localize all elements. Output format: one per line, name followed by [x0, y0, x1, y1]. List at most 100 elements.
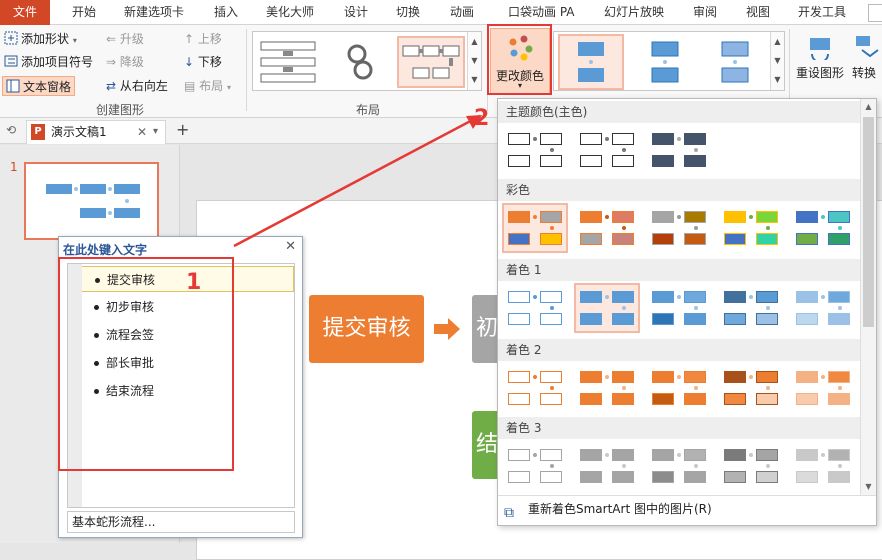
- recolor-pictures-option[interactable]: ⧉ 重新着色SmartArt 图中的图片(R): [498, 495, 876, 525]
- swatch-block: [652, 371, 674, 383]
- swatch-block: [756, 371, 778, 383]
- style-thumb-2[interactable]: [634, 36, 700, 88]
- smartart-shape-submit[interactable]: 提交审核: [309, 295, 424, 363]
- swatch-block: [652, 233, 674, 245]
- layout-thumb-process[interactable]: [259, 38, 317, 86]
- history-icon[interactable]: ⟲: [6, 123, 16, 137]
- style-gallery[interactable]: ▲ ▼ ▼: [553, 31, 785, 91]
- swatch-block: [508, 155, 530, 167]
- menu-insert[interactable]: 插入: [214, 0, 238, 25]
- color-swatch[interactable]: [504, 127, 566, 173]
- color-swatch[interactable]: [792, 365, 854, 411]
- swatch-block: [652, 291, 674, 303]
- color-swatch[interactable]: [720, 365, 782, 411]
- swatch-block: [508, 449, 530, 461]
- gallery-expand-icon[interactable]: ▼: [771, 70, 784, 89]
- swatch-connector: [821, 453, 825, 457]
- menu-design[interactable]: 设计: [344, 0, 368, 25]
- color-swatch[interactable]: [720, 443, 782, 489]
- color-swatch[interactable]: [576, 443, 638, 489]
- menu-file[interactable]: 文件: [0, 0, 50, 25]
- menu-home[interactable]: 开始: [72, 0, 96, 25]
- color-swatch[interactable]: [576, 127, 638, 173]
- swatch-connector: [838, 226, 842, 230]
- swatch-connector: [766, 386, 770, 390]
- gallery-expand-icon[interactable]: ▼: [468, 70, 481, 89]
- menu-review[interactable]: 审阅: [693, 0, 717, 25]
- swatch-connector: [694, 226, 698, 230]
- text-pane-footer-link[interactable]: 基本蛇形流程...: [67, 511, 295, 533]
- close-icon[interactable]: ✕: [137, 121, 147, 143]
- swatch-connector: [821, 295, 825, 299]
- add-bullet-button[interactable]: 添加项目符号: [4, 52, 93, 72]
- scroll-up-icon[interactable]: ▲: [468, 32, 481, 51]
- color-swatch[interactable]: [504, 443, 566, 489]
- style-gallery-scrollbar[interactable]: ▲ ▼ ▼: [770, 32, 784, 90]
- text-pane-button[interactable]: 文本窗格: [2, 76, 76, 96]
- layout-thumb-snake-selected[interactable]: [397, 36, 465, 88]
- layout-thumb-cycle[interactable]: [335, 38, 385, 86]
- color-swatch[interactable]: [720, 205, 782, 251]
- layout-gallery[interactable]: ▲ ▼ ▼: [252, 31, 482, 91]
- color-swatch[interactable]: [576, 365, 638, 411]
- promote-button[interactable]: ⇐ 升级: [106, 29, 144, 49]
- swatch-block: [652, 211, 674, 223]
- menu-beautify[interactable]: 美化大师: [266, 0, 314, 25]
- color-swatch[interactable]: [792, 443, 854, 489]
- annotation-box-1: [58, 257, 234, 471]
- dropdown-scrollbar[interactable]: ▲ ▼: [860, 99, 876, 495]
- move-up-button[interactable]: ↑ 上移: [184, 29, 222, 49]
- color-swatch[interactable]: [648, 365, 710, 411]
- menu-view[interactable]: 视图: [746, 0, 770, 25]
- color-swatch[interactable]: [792, 285, 854, 331]
- color-swatch[interactable]: [720, 285, 782, 331]
- scroll-down-icon[interactable]: ▼: [861, 479, 876, 495]
- swatch-block: [612, 133, 634, 145]
- menu-slideshow[interactable]: 幻灯片放映: [604, 0, 664, 25]
- swatch-block: [684, 211, 706, 223]
- swatch-connector: [550, 226, 554, 230]
- color-swatch[interactable]: [648, 127, 710, 173]
- convert-button[interactable]: 转换: [850, 30, 882, 86]
- color-swatch[interactable]: [648, 285, 710, 331]
- color-swatch[interactable]: [504, 285, 566, 331]
- style-thumb-3[interactable]: [704, 36, 770, 88]
- slide-thumbnail[interactable]: [24, 162, 159, 240]
- style-thumb-selected[interactable]: [558, 34, 624, 90]
- menu-pocket-anim[interactable]: 口袋动画 PA: [508, 0, 575, 25]
- document-tab[interactable]: P 演示文稿1 ✕ ▾: [26, 120, 166, 144]
- new-tab-button[interactable]: +: [176, 120, 189, 139]
- add-shape-button[interactable]: 添加形状 ▾: [4, 29, 77, 49]
- smartart-design-tab-edge[interactable]: [868, 4, 882, 22]
- color-swatch[interactable]: [502, 203, 568, 253]
- swatch-block: [724, 233, 746, 245]
- swatch-connector: [550, 464, 554, 468]
- right-to-left-button[interactable]: ⇄ 从右向左: [106, 76, 168, 96]
- scroll-up-icon[interactable]: ▲: [771, 32, 784, 51]
- layout-button[interactable]: ▤ 布局 ▾: [184, 76, 231, 96]
- color-swatch[interactable]: [574, 283, 640, 333]
- scroll-down-icon[interactable]: ▼: [468, 51, 481, 70]
- swatch-block: [724, 313, 746, 325]
- scroll-thumb[interactable]: [863, 117, 874, 327]
- menu-transition[interactable]: 切换: [396, 0, 420, 25]
- color-swatch[interactable]: [648, 443, 710, 489]
- color-swatch[interactable]: [648, 205, 710, 251]
- scroll-down-icon[interactable]: ▼: [771, 51, 784, 70]
- color-swatch[interactable]: [792, 205, 854, 251]
- swatch-block: [612, 393, 634, 405]
- demote-button[interactable]: ⇒ 降级: [106, 52, 144, 72]
- color-swatch[interactable]: [504, 365, 566, 411]
- menu-developer[interactable]: 开发工具: [798, 0, 846, 25]
- move-down-button[interactable]: ↓ 下移: [184, 52, 222, 72]
- menu-new-tab[interactable]: 新建选项卡: [124, 0, 184, 25]
- reset-graphic-button[interactable]: 重设图形: [794, 30, 846, 86]
- scroll-up-icon[interactable]: ▲: [861, 99, 876, 115]
- menu-animation[interactable]: 动画: [450, 0, 474, 25]
- gallery-scrollbar[interactable]: ▲ ▼ ▼: [467, 32, 481, 90]
- color-swatch[interactable]: [576, 205, 638, 251]
- swatch-block: [756, 313, 778, 325]
- chevron-down-icon[interactable]: ▾: [153, 121, 158, 143]
- swatch-block: [756, 393, 778, 405]
- swatch-block: [684, 313, 706, 325]
